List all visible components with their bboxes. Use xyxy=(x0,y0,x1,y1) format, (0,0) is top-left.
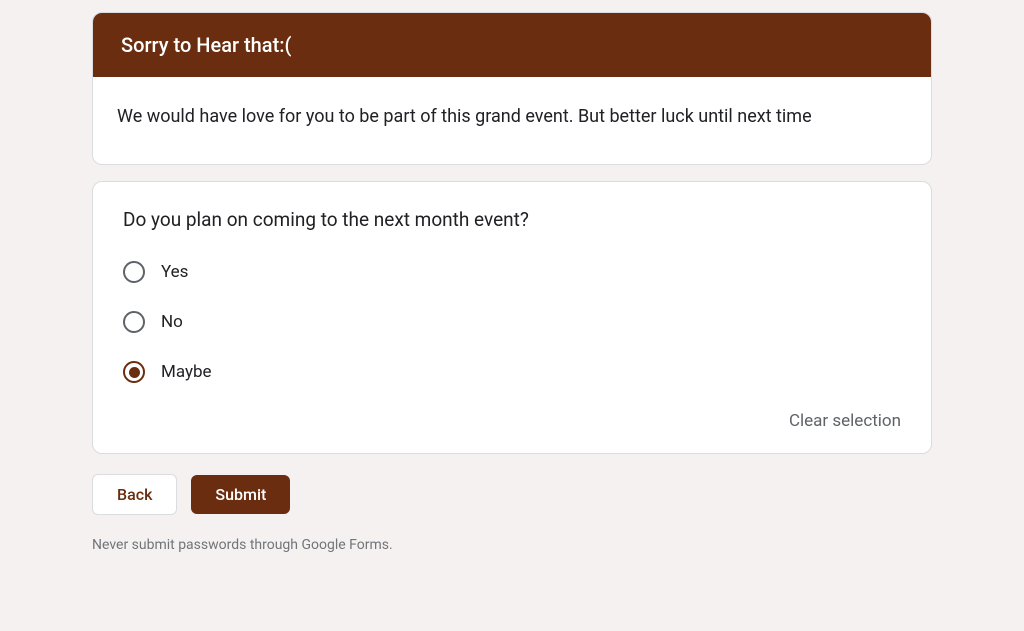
clear-selection-link[interactable]: Clear selection xyxy=(123,411,901,431)
question-title: Do you plan on coming to the next month … xyxy=(123,208,901,231)
form-title: Sorry to Hear that:( xyxy=(93,13,931,77)
radio-label: No xyxy=(161,312,183,332)
form-header-card: Sorry to Hear that:( We would have love … xyxy=(92,12,932,165)
radio-label: Yes xyxy=(161,262,188,282)
back-button[interactable]: Back xyxy=(92,474,177,515)
submit-button[interactable]: Submit xyxy=(191,475,290,514)
button-row: Back Submit xyxy=(92,474,932,515)
radio-label: Maybe xyxy=(161,362,212,382)
radio-icon xyxy=(123,311,145,333)
question-card: Do you plan on coming to the next month … xyxy=(92,181,932,454)
radio-icon-selected xyxy=(123,361,145,383)
form-description: We would have love for you to be part of… xyxy=(93,77,931,164)
radio-group: Yes No Maybe xyxy=(123,261,901,383)
radio-option-maybe[interactable]: Maybe xyxy=(123,361,901,383)
radio-option-no[interactable]: No xyxy=(123,311,901,333)
footer-warning: Never submit passwords through Google Fo… xyxy=(92,537,932,553)
radio-option-yes[interactable]: Yes xyxy=(123,261,901,283)
radio-icon xyxy=(123,261,145,283)
